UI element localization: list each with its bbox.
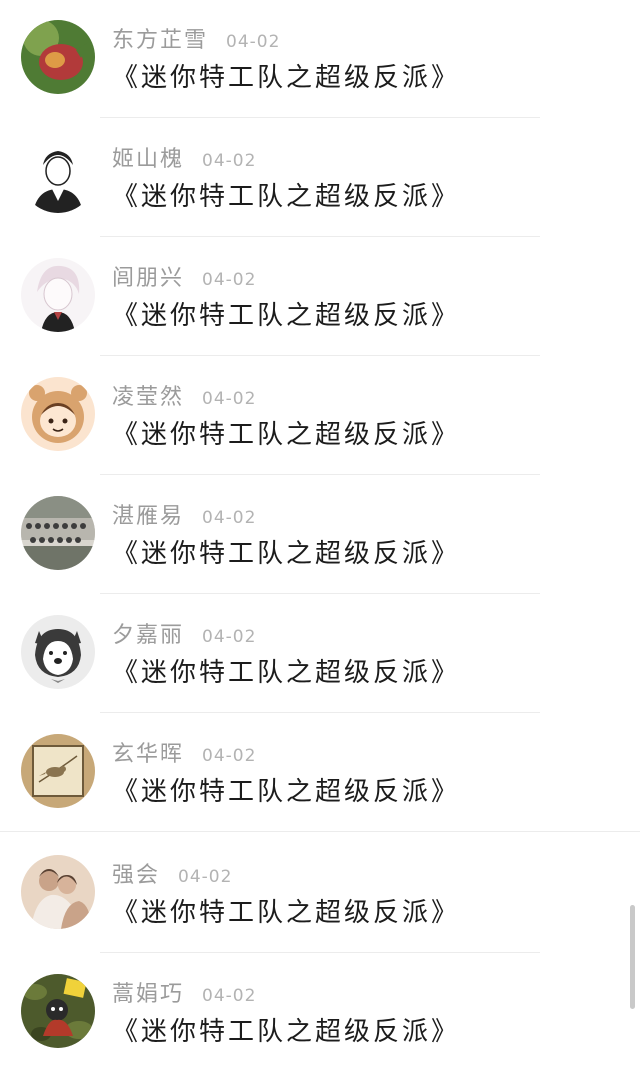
comment-date: 04-02 xyxy=(226,32,281,52)
avatar[interactable] xyxy=(21,974,95,1048)
comment-date: 04-02 xyxy=(202,627,257,647)
user-name[interactable]: 凌莹然 xyxy=(112,385,184,410)
user-name[interactable]: 强会 xyxy=(112,863,160,888)
dragon-fruit-avatar-icon xyxy=(21,20,95,94)
comment-meta: 东方芷雪 04-02 xyxy=(112,22,281,53)
comment-date: 04-02 xyxy=(202,508,257,528)
list-item[interactable]: 姬山槐 04-02 《迷你特工队之超级反派》 xyxy=(0,119,640,238)
user-name[interactable]: 夕嘉丽 xyxy=(112,623,184,648)
divider xyxy=(100,593,540,594)
camo-cartoon-avatar-icon xyxy=(21,974,95,1048)
comment-text: 《迷你特工队之超级反派》 xyxy=(112,658,461,688)
list-item[interactable]: 湛雁易 04-02 《迷你特工队之超级反派》 xyxy=(0,476,640,595)
comment-date: 04-02 xyxy=(202,151,257,171)
user-name[interactable]: 蒿娟巧 xyxy=(112,982,184,1007)
avatar[interactable] xyxy=(21,496,95,570)
divider xyxy=(100,117,540,118)
user-name[interactable]: 湛雁易 xyxy=(112,504,184,529)
divider xyxy=(0,831,640,832)
comment-text: 《迷你特工队之超级反派》 xyxy=(112,301,461,331)
comment-text: 《迷你特工队之超级反派》 xyxy=(112,539,461,569)
divider xyxy=(100,236,540,237)
comment-text: 《迷你特工队之超级反派》 xyxy=(112,1017,461,1047)
husky-dog-avatar-icon xyxy=(21,615,95,689)
comment-date: 04-02 xyxy=(202,746,257,766)
comment-meta: 夕嘉丽 04-02 xyxy=(112,617,257,648)
user-name[interactable]: 玄华晖 xyxy=(112,742,184,767)
user-name[interactable]: 东方芷雪 xyxy=(112,28,208,53)
avatar[interactable] xyxy=(21,20,95,94)
list-item[interactable]: 闾朋兴 04-02 《迷你特工队之超级反派》 xyxy=(0,238,640,357)
scrollbar[interactable] xyxy=(630,905,635,1009)
bird-painting-avatar-icon xyxy=(21,734,95,808)
list-item[interactable]: 强会 04-02 《迷你特工队之超级反派》 xyxy=(0,833,640,952)
list-item[interactable]: 夕嘉丽 04-02 《迷你特工队之超级反派》 xyxy=(0,595,640,714)
comment-meta: 闾朋兴 04-02 xyxy=(112,260,257,291)
comment-text: 《迷你特工队之超级反派》 xyxy=(112,63,461,93)
avatar[interactable] xyxy=(21,377,95,451)
comment-text: 《迷你特工队之超级反派》 xyxy=(112,777,461,807)
comment-text: 《迷你特工队之超级反派》 xyxy=(112,898,461,928)
avatar[interactable] xyxy=(21,734,95,808)
comment-date: 04-02 xyxy=(202,389,257,409)
list-item[interactable]: 东方芷雪 04-02 《迷你特工队之超级反派》 xyxy=(0,0,640,119)
list-item[interactable]: 蒿娟巧 04-02 《迷你特工队之超级反派》 xyxy=(0,954,640,1073)
cartoon-girl-avatar-icon xyxy=(21,377,95,451)
comment-text: 《迷你特工队之超级反派》 xyxy=(112,420,461,450)
couple-photo-avatar-icon xyxy=(21,855,95,929)
avatar[interactable] xyxy=(21,139,95,213)
comment-date: 04-02 xyxy=(202,986,257,1006)
comment-date: 04-02 xyxy=(202,270,257,290)
divider xyxy=(100,474,540,475)
comment-meta: 湛雁易 04-02 xyxy=(112,498,257,529)
avatar[interactable] xyxy=(21,258,95,332)
comment-meta: 蒿娟巧 04-02 xyxy=(112,976,257,1007)
divider xyxy=(100,355,540,356)
avatar[interactable] xyxy=(21,615,95,689)
comment-meta: 玄华晖 04-02 xyxy=(112,736,257,767)
user-name[interactable]: 姬山槐 xyxy=(112,147,184,172)
comment-text: 《迷你特工队之超级反派》 xyxy=(112,182,461,212)
list-item[interactable]: 凌莹然 04-02 《迷你特工队之超级反派》 xyxy=(0,357,640,476)
user-name[interactable]: 闾朋兴 xyxy=(112,266,184,291)
divider xyxy=(100,952,540,953)
divider xyxy=(100,712,540,713)
comment-meta: 姬山槐 04-02 xyxy=(112,141,257,172)
list-item[interactable]: 玄华晖 04-02 《迷你特工队之超级反派》 xyxy=(0,714,640,833)
avatar[interactable] xyxy=(21,855,95,929)
group-photo-avatar-icon xyxy=(21,496,95,570)
anime-boy-avatar-icon xyxy=(21,258,95,332)
comment-meta: 强会 04-02 xyxy=(112,857,233,888)
comment-meta: 凌莹然 04-02 xyxy=(112,379,257,410)
sketch-boy-avatar-icon xyxy=(21,139,95,213)
comment-date: 04-02 xyxy=(178,867,233,887)
